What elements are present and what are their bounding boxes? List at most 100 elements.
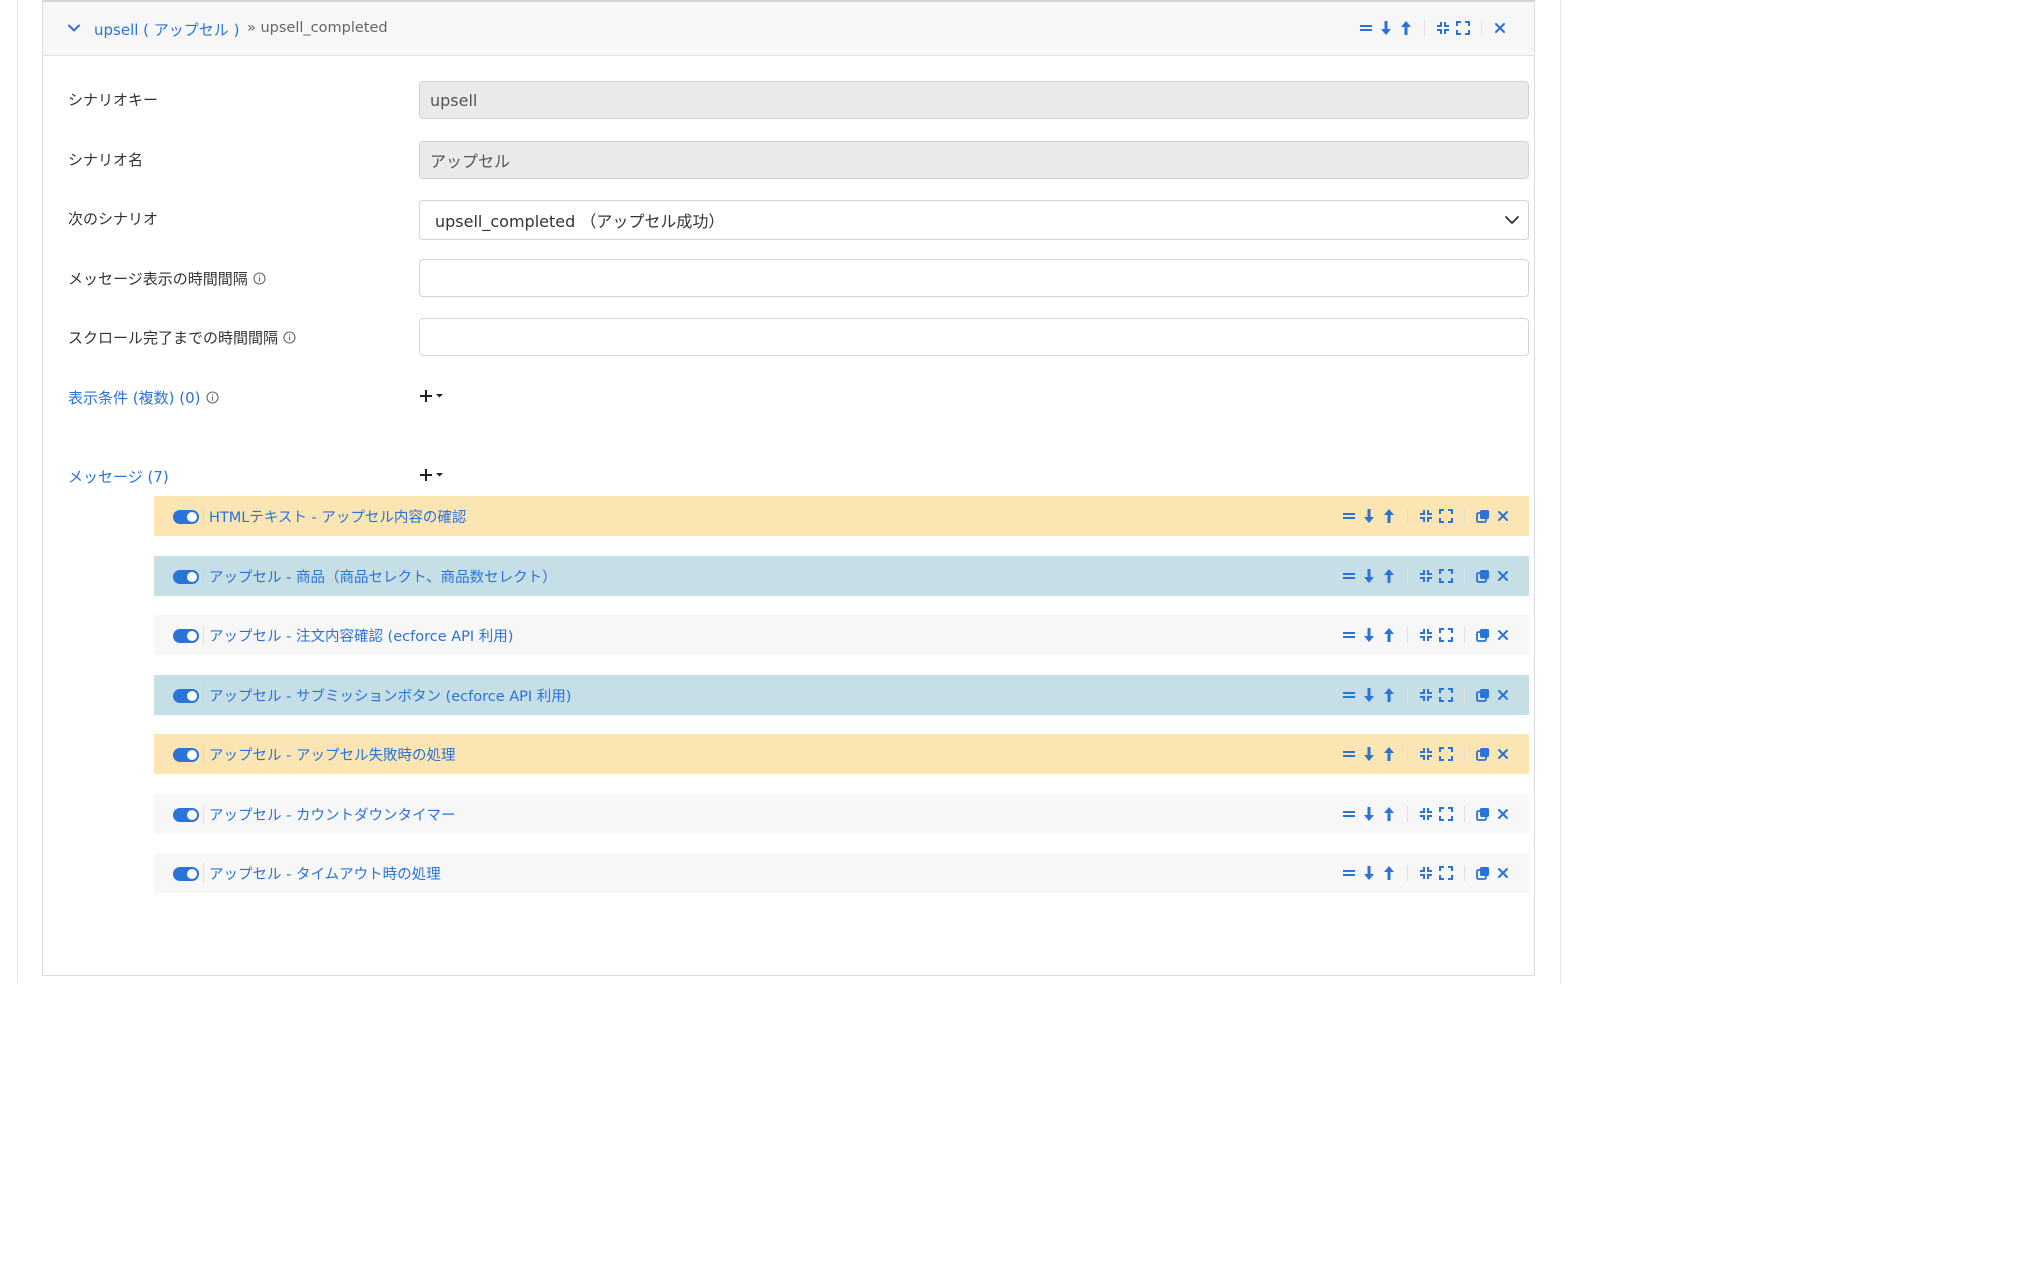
close-icon[interactable] <box>1493 804 1513 824</box>
move-down-icon[interactable] <box>1359 625 1379 645</box>
copy-icon[interactable] <box>1473 625 1493 645</box>
message-row[interactable]: アップセル - アップセル失敗時の処理 <box>154 734 1529 774</box>
message-row[interactable]: アップセル - カウントダウンタイマー <box>154 794 1529 834</box>
scenario-name-field[interactable] <box>419 141 1529 179</box>
close-icon[interactable] <box>1493 506 1513 526</box>
reorder-icon[interactable] <box>1339 566 1359 586</box>
toolbar-separator <box>1481 20 1482 36</box>
reorder-icon[interactable] <box>1339 685 1359 705</box>
copy-icon[interactable] <box>1473 804 1493 824</box>
messages-label[interactable]: メッセージ (7) <box>68 466 169 487</box>
expand-icon[interactable] <box>1436 566 1456 586</box>
collapse-icon[interactable] <box>1416 804 1436 824</box>
message-row[interactable]: アップセル - 注文内容確認 (ecforce API 利用) <box>154 615 1529 655</box>
move-down-icon[interactable] <box>1359 566 1379 586</box>
collapse-icon[interactable] <box>1416 625 1436 645</box>
message-label[interactable]: アップセル - アップセル失敗時の処理 <box>209 744 455 765</box>
message-enabled-toggle[interactable] <box>173 629 199 643</box>
reorder-icon[interactable] <box>1339 863 1359 883</box>
expand-icon[interactable] <box>1436 685 1456 705</box>
scenario-key-label: シナリオキー <box>68 91 159 109</box>
scroll-interval-input[interactable] <box>419 318 1529 356</box>
add-condition-button[interactable] <box>419 388 447 404</box>
message-label[interactable]: HTMLテキスト - アップセル内容の確認 <box>209 506 466 527</box>
info-icon[interactable] <box>253 272 266 285</box>
move-up-icon[interactable] <box>1379 744 1399 764</box>
message-enabled-toggle[interactable] <box>173 748 199 762</box>
move-down-icon[interactable] <box>1359 506 1379 526</box>
close-icon[interactable] <box>1490 18 1510 38</box>
collapse-icon[interactable] <box>1416 685 1436 705</box>
move-up-icon[interactable] <box>1379 506 1399 526</box>
copy-icon[interactable] <box>1473 863 1493 883</box>
move-up-icon[interactable] <box>1379 566 1399 586</box>
message-interval-input[interactable] <box>419 259 1529 297</box>
message-row[interactable]: アップセル - 商品（商品セレクト、商品数セレクト） <box>154 556 1529 596</box>
message-enabled-toggle[interactable] <box>173 689 199 703</box>
next-scenario-select[interactable]: upsell_completed （アップセル成功） <box>419 200 1529 240</box>
collapse-icon[interactable] <box>1416 744 1436 764</box>
display-conditions-label[interactable]: 表示条件 (複数) (0) <box>68 387 219 408</box>
message-row[interactable]: アップセル - サブミッションボタン (ecforce API 利用) <box>154 675 1529 715</box>
message-label[interactable]: アップセル - 商品（商品セレクト、商品数セレクト） <box>209 566 557 587</box>
message-label[interactable]: アップセル - サブミッションボタン (ecforce API 利用) <box>209 685 571 706</box>
toolbar-separator <box>1407 568 1408 584</box>
message-enabled-toggle[interactable] <box>173 570 199 584</box>
move-up-icon[interactable] <box>1379 804 1399 824</box>
move-down-icon[interactable] <box>1359 685 1379 705</box>
close-icon[interactable] <box>1493 685 1513 705</box>
move-up-icon[interactable] <box>1379 685 1399 705</box>
collapse-icon[interactable] <box>1416 863 1436 883</box>
toolbar-separator <box>1407 865 1408 881</box>
expand-icon[interactable] <box>1436 744 1456 764</box>
toolbar-separator <box>1407 687 1408 703</box>
info-icon[interactable] <box>283 331 296 344</box>
copy-icon[interactable] <box>1473 685 1493 705</box>
close-icon[interactable] <box>1493 566 1513 586</box>
reorder-icon[interactable] <box>1339 804 1359 824</box>
move-up-icon[interactable] <box>1379 863 1399 883</box>
close-icon[interactable] <box>1493 863 1513 883</box>
scenario-title[interactable]: upsell ( アップセル ) <box>94 19 239 40</box>
reorder-icon[interactable] <box>1356 18 1376 38</box>
expand-icon[interactable] <box>1436 804 1456 824</box>
expand-icon[interactable] <box>1436 625 1456 645</box>
collapse-icon[interactable] <box>1416 506 1436 526</box>
move-up-icon[interactable] <box>1379 625 1399 645</box>
reorder-icon[interactable] <box>1339 744 1359 764</box>
toggle-separator <box>203 863 204 883</box>
collapse-icon[interactable] <box>1433 18 1453 38</box>
reorder-icon[interactable] <box>1339 625 1359 645</box>
move-down-icon[interactable] <box>1376 18 1396 38</box>
copy-icon[interactable] <box>1473 506 1493 526</box>
expand-icon[interactable] <box>1436 506 1456 526</box>
move-up-icon[interactable] <box>1396 18 1416 38</box>
reorder-icon[interactable] <box>1339 506 1359 526</box>
message-row[interactable]: アップセル - タイムアウト時の処理 <box>154 853 1529 893</box>
message-label[interactable]: アップセル - カウントダウンタイマー <box>209 804 455 825</box>
scenario-key-field[interactable] <box>419 81 1529 119</box>
close-icon[interactable] <box>1493 744 1513 764</box>
message-row[interactable]: HTMLテキスト - アップセル内容の確認 <box>154 496 1529 536</box>
move-down-icon[interactable] <box>1359 744 1379 764</box>
collapse-icon[interactable] <box>1416 566 1436 586</box>
expand-icon[interactable] <box>1453 18 1473 38</box>
message-enabled-toggle[interactable] <box>173 808 199 822</box>
toggle-knob <box>187 810 197 820</box>
copy-icon[interactable] <box>1473 566 1493 586</box>
info-icon[interactable] <box>205 391 219 404</box>
chevron-down-icon[interactable] <box>67 21 81 35</box>
scenario-header[interactable]: upsell ( アップセル ) » upsell_completed <box>43 2 1534 56</box>
move-down-icon[interactable] <box>1359 804 1379 824</box>
message-enabled-toggle[interactable] <box>173 510 199 524</box>
message-enabled-toggle[interactable] <box>173 867 199 881</box>
move-down-icon[interactable] <box>1359 863 1379 883</box>
message-label[interactable]: アップセル - 注文内容確認 (ecforce API 利用) <box>209 625 513 646</box>
message-label[interactable]: アップセル - タイムアウト時の処理 <box>209 863 441 884</box>
toggle-separator <box>203 804 204 824</box>
close-icon[interactable] <box>1493 625 1513 645</box>
copy-icon[interactable] <box>1473 744 1493 764</box>
right-edge-divider <box>1560 0 1561 983</box>
add-message-button[interactable] <box>419 467 447 483</box>
expand-icon[interactable] <box>1436 863 1456 883</box>
